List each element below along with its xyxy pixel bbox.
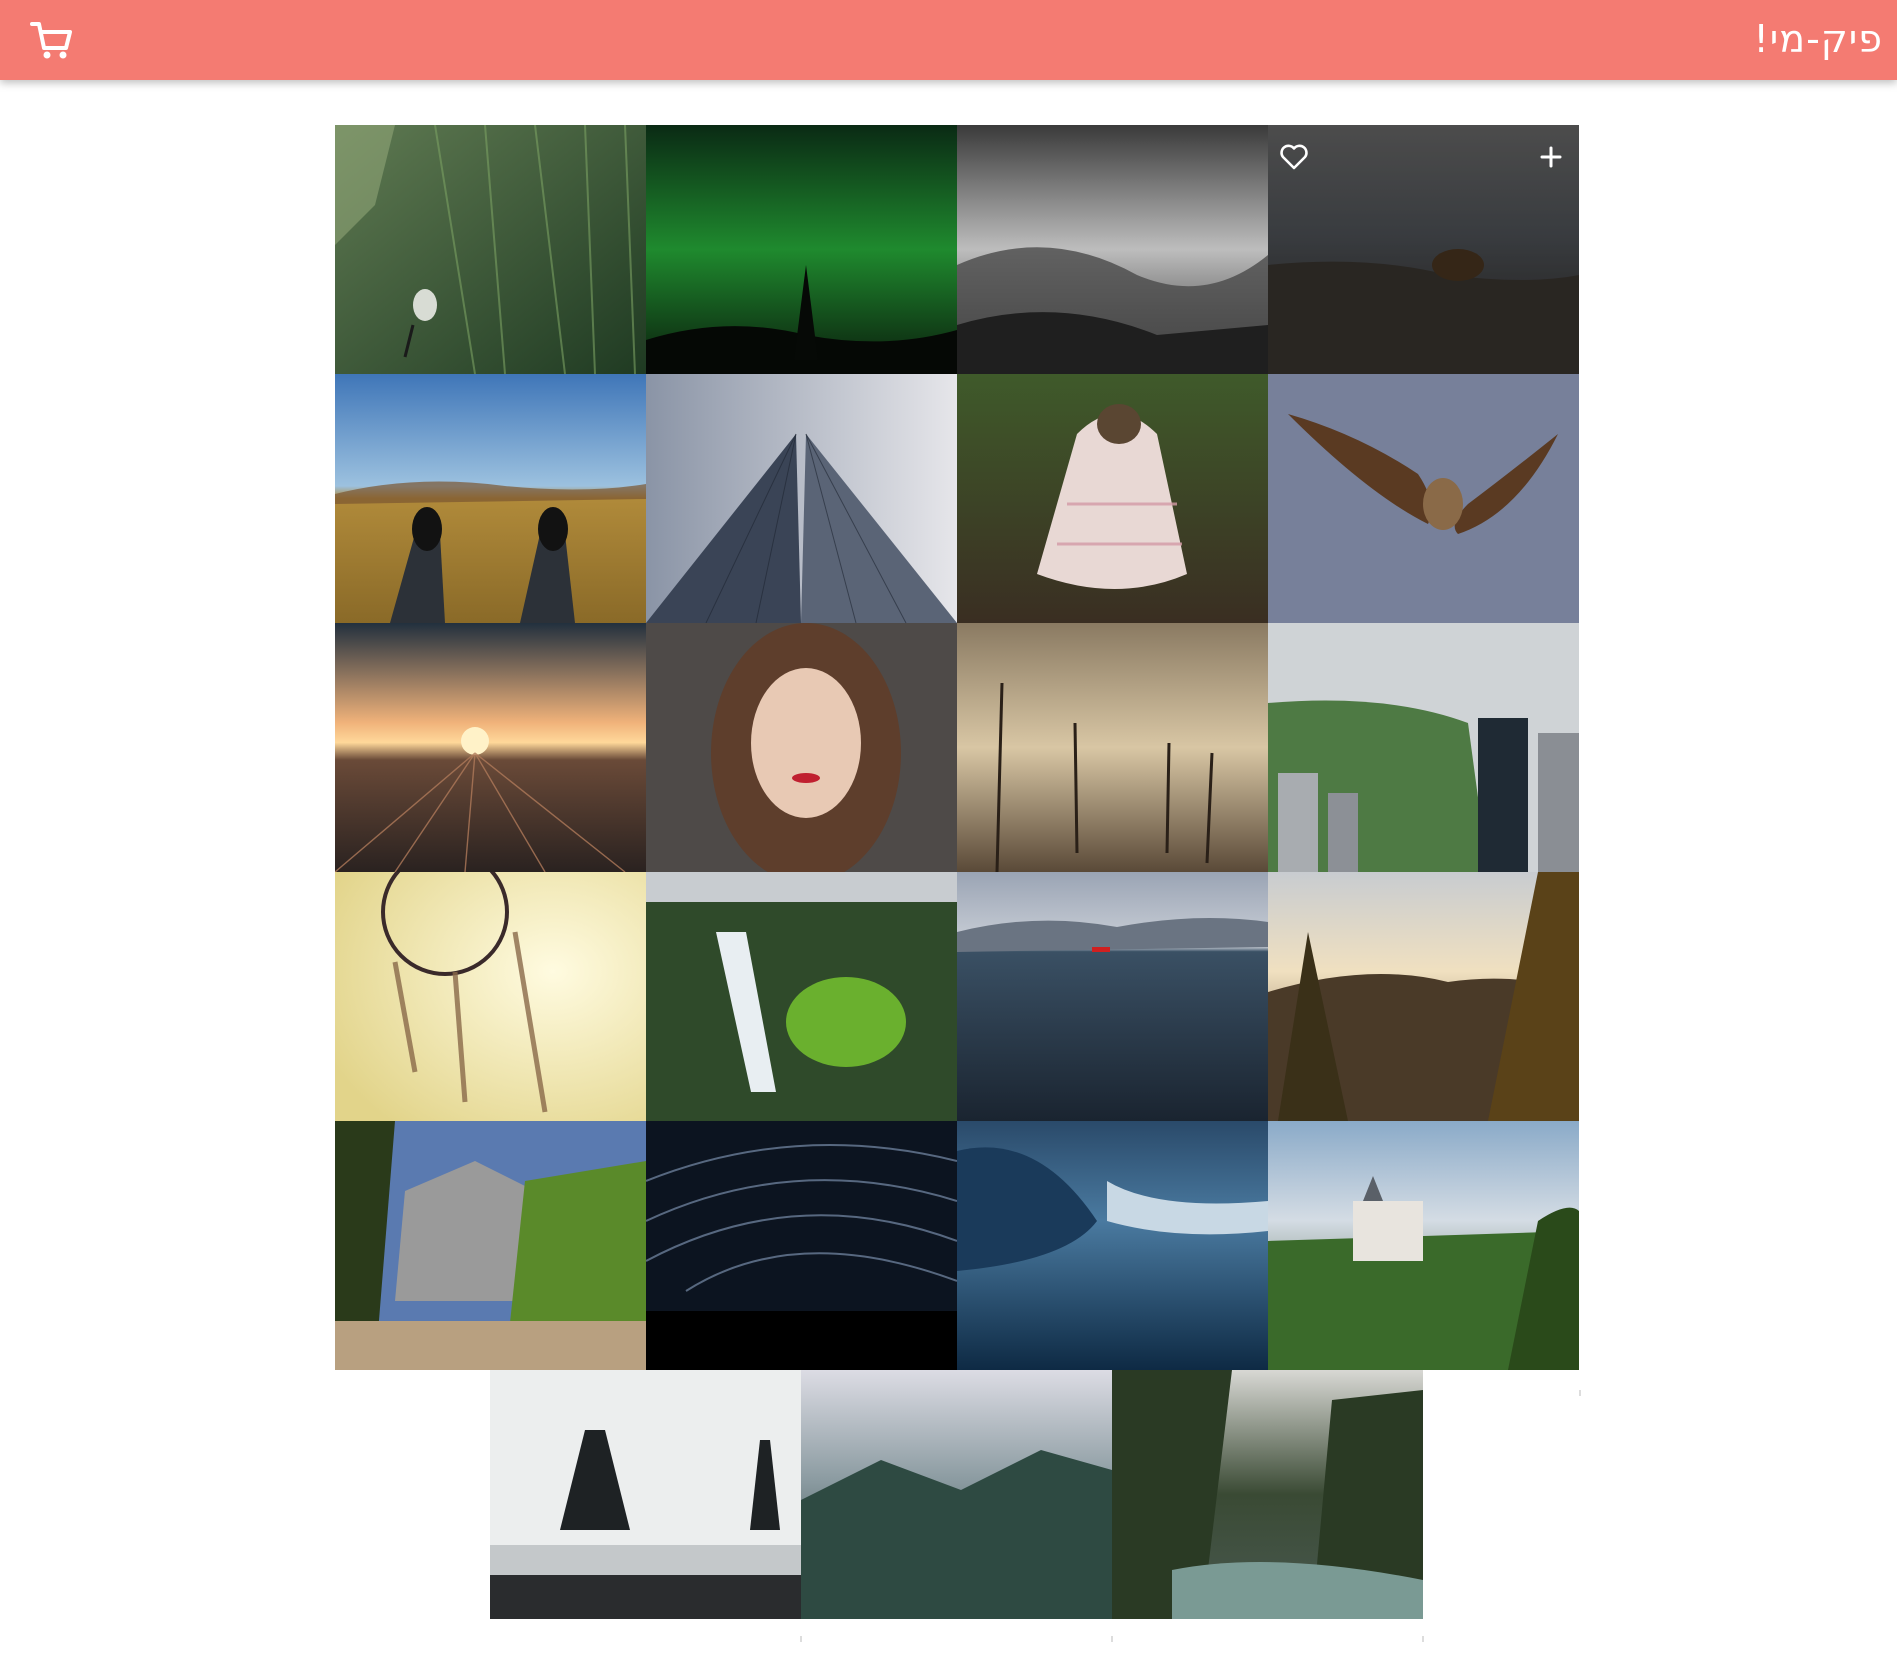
divider — [1111, 1636, 1113, 1642]
brand-title: פיק-מי! — [1753, 17, 1883, 61]
plus-icon[interactable] — [1535, 141, 1567, 173]
photo-misty-forest-bw[interactable] — [957, 125, 1268, 374]
photo-foggy-mountain[interactable] — [801, 1370, 1112, 1619]
photo-waterfall[interactable] — [646, 872, 957, 1121]
divider — [1422, 1636, 1424, 1642]
photo-yosemite-valley[interactable] — [335, 1121, 646, 1370]
photo-wave-blue[interactable] — [957, 1121, 1268, 1370]
photo-woman-portrait[interactable] — [646, 623, 957, 872]
photo-central-park[interactable] — [1268, 623, 1579, 872]
photo-dead-trees-fog[interactable] — [957, 623, 1268, 872]
photo-railyard-sunset[interactable] — [335, 623, 646, 872]
top-app-bar: פיק-מי! — [0, 0, 1897, 80]
photo-bear-hill[interactable] — [1268, 125, 1579, 374]
photo-sea-stacks[interactable] — [490, 1370, 801, 1619]
photo-star-trails[interactable] — [646, 1121, 957, 1370]
photo-pug-blanket[interactable] — [957, 374, 1268, 623]
photo-cyclist-forest[interactable] — [335, 125, 646, 374]
divider — [800, 1636, 802, 1642]
heart-outline-icon[interactable] — [1278, 141, 1310, 173]
photo-dreamcatcher[interactable] — [335, 872, 646, 1121]
photo-vulture-flight[interactable] — [1268, 374, 1579, 623]
photo-sneakers-field[interactable] — [335, 374, 646, 623]
photo-river-forest[interactable] — [1112, 1370, 1423, 1619]
divider — [1579, 1390, 1581, 1396]
shopping-cart-icon[interactable] — [28, 18, 76, 62]
photo-yosemite-sunset[interactable] — [1268, 872, 1579, 1121]
photo-aurora-green[interactable] — [646, 125, 957, 374]
photo-neuschwanstein[interactable] — [1268, 1121, 1579, 1370]
photo-sea-boat[interactable] — [957, 872, 1268, 1121]
photo-skyscraper[interactable] — [646, 374, 957, 623]
